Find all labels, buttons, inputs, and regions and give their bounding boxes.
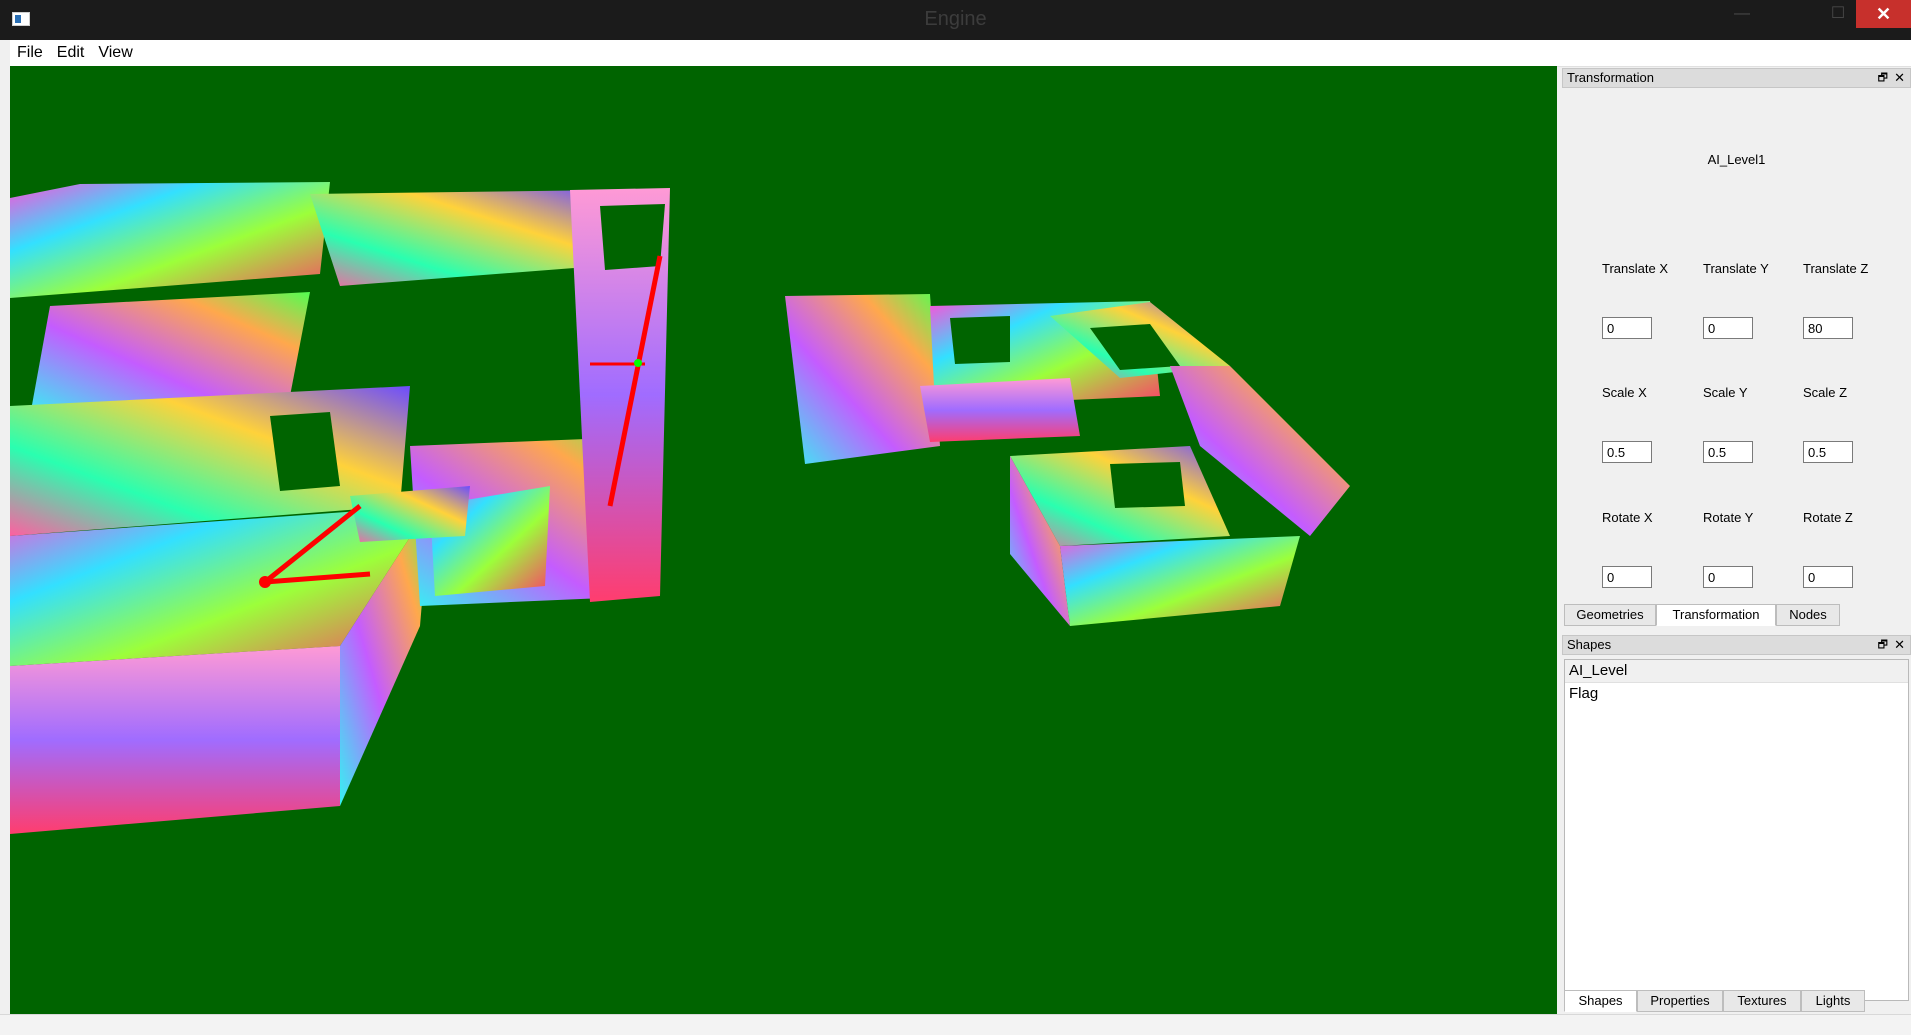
app-window: Engine — ☐ ✕ File Edit View Transformati… bbox=[0, 0, 1911, 1035]
title-bar: Engine — ☐ ✕ bbox=[0, 0, 1911, 41]
rotate-y-input[interactable] bbox=[1703, 566, 1753, 588]
tab-geometries[interactable]: Geometries bbox=[1564, 604, 1656, 626]
float-icon[interactable]: 🗗 bbox=[1878, 69, 1888, 87]
menu-file[interactable]: File bbox=[10, 40, 50, 66]
rotate-x-input[interactable] bbox=[1602, 566, 1652, 588]
shapes-dock-title-text: Shapes bbox=[1567, 637, 1612, 652]
shapes-dock: Shapes 🗗 ✕ AI_Level Flag Shapes Properti… bbox=[1562, 635, 1911, 1014]
scale-x-label: Scale X bbox=[1602, 385, 1647, 400]
left-border bbox=[0, 40, 10, 1035]
translate-y-label: Translate Y bbox=[1703, 261, 1769, 276]
level-model-near bbox=[10, 182, 670, 834]
tab-lights[interactable]: Lights bbox=[1801, 990, 1865, 1012]
tab-textures[interactable]: Textures bbox=[1723, 990, 1801, 1012]
minimize-icon: — bbox=[1734, 5, 1750, 22]
menu-bar: File Edit View bbox=[10, 40, 1911, 67]
status-bar bbox=[0, 1014, 1911, 1035]
transformation-dock: Transformation 🗗 ✕ AI_Level1 Translate X… bbox=[1562, 68, 1911, 630]
minimize-button[interactable]: — bbox=[1722, 0, 1762, 28]
tab-nodes[interactable]: Nodes bbox=[1776, 604, 1840, 626]
transformation-dock-title-text: Transformation bbox=[1567, 70, 1654, 85]
translate-z-label: Translate Z bbox=[1803, 261, 1869, 276]
rotate-x-label: Rotate X bbox=[1602, 510, 1653, 525]
rotate-z-input[interactable] bbox=[1803, 566, 1853, 588]
close-icon[interactable]: ✕ bbox=[1894, 69, 1905, 87]
scale-y-input[interactable] bbox=[1703, 441, 1753, 463]
scale-y-label: Scale Y bbox=[1703, 385, 1748, 400]
menu-view[interactable]: View bbox=[91, 40, 139, 66]
rotate-z-label: Rotate Z bbox=[1803, 510, 1853, 525]
list-item[interactable]: AI_Level bbox=[1565, 660, 1908, 683]
window-title: Engine bbox=[924, 8, 987, 30]
close-window-button[interactable]: ✕ bbox=[1856, 0, 1911, 28]
maximize-button[interactable]: ☐ bbox=[1818, 0, 1858, 28]
tab-shapes[interactable]: Shapes bbox=[1564, 990, 1637, 1012]
float-icon[interactable]: 🗗 bbox=[1878, 636, 1888, 654]
level-model-far bbox=[785, 294, 1350, 626]
scene-render bbox=[10, 182, 1350, 834]
scale-x-input[interactable] bbox=[1602, 441, 1652, 463]
menu-edit[interactable]: Edit bbox=[50, 40, 92, 66]
transformation-dock-title: Transformation 🗗 ✕ bbox=[1562, 68, 1911, 88]
scale-z-label: Scale Z bbox=[1803, 385, 1848, 400]
translate-x-label: Translate X bbox=[1602, 261, 1668, 276]
translate-y-input[interactable] bbox=[1703, 317, 1753, 339]
object-name: AI_Level1 bbox=[1707, 152, 1766, 167]
maximize-icon: ☐ bbox=[1830, 5, 1846, 22]
shapes-dock-title: Shapes 🗗 ✕ bbox=[1562, 635, 1911, 655]
rotate-y-label: Rotate Y bbox=[1703, 510, 1754, 525]
translate-x-input[interactable] bbox=[1602, 317, 1652, 339]
close-icon: ✕ bbox=[1875, 4, 1892, 24]
3d-viewport[interactable] bbox=[10, 66, 1557, 1014]
list-item[interactable]: Flag bbox=[1565, 683, 1908, 705]
scale-z-input[interactable] bbox=[1803, 441, 1853, 463]
tab-transformation[interactable]: Transformation bbox=[1656, 604, 1776, 626]
shapes-list[interactable]: AI_Level Flag bbox=[1564, 659, 1909, 1001]
translate-z-input[interactable] bbox=[1803, 317, 1853, 339]
tab-properties[interactable]: Properties bbox=[1637, 990, 1723, 1012]
close-icon[interactable]: ✕ bbox=[1894, 636, 1905, 654]
